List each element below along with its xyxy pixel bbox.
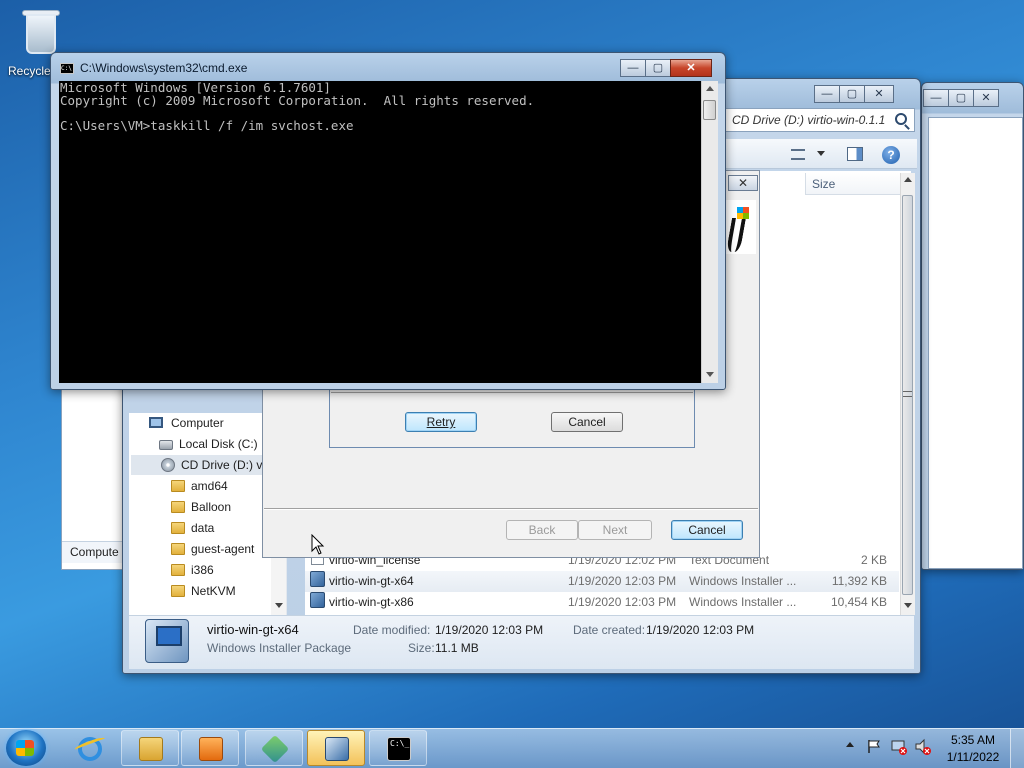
folder-icon xyxy=(171,564,185,576)
wizard-separator xyxy=(264,508,758,510)
minimize-button[interactable]: — xyxy=(814,85,840,103)
windows-logo-icon xyxy=(16,740,34,756)
close-button[interactable]: ✕ xyxy=(973,89,999,107)
help-icon[interactable]: ? xyxy=(882,146,900,164)
installer-package-icon xyxy=(310,571,325,587)
error-dialog[interactable] xyxy=(329,390,695,448)
hard-disk-icon xyxy=(159,440,173,450)
details-created-value: 1/19/2020 12:03 PM xyxy=(646,623,755,637)
scrollbar-thumb[interactable] xyxy=(703,100,716,120)
action-center-flag-icon[interactable] xyxy=(866,738,882,754)
details-size-label: Size: xyxy=(408,641,435,655)
scroll-up-arrow[interactable] xyxy=(904,177,912,182)
console-scrollbar[interactable] xyxy=(701,81,718,383)
taskbar-installer[interactable] xyxy=(245,730,303,766)
dialog-separator xyxy=(331,392,693,393)
wizard-cancel-button[interactable]: Cancel xyxy=(671,520,743,540)
window-title: C:\Windows\system32\cmd.exe xyxy=(80,61,248,75)
table-row[interactable]: virtio-win-gt-x64 1/19/2020 12:03 PM Win… xyxy=(305,571,899,592)
command-prompt-icon: C:\_ xyxy=(387,737,411,761)
folder-icon xyxy=(171,585,185,597)
details-created-label: Date created: xyxy=(573,623,646,637)
status-bar-left: Compute xyxy=(62,541,130,563)
taskbar-cmd[interactable]: C:\_ xyxy=(369,730,427,766)
show-hidden-icons-arrow[interactable] xyxy=(846,742,854,747)
cd-drive-icon xyxy=(161,458,175,472)
installer-package-icon xyxy=(145,619,189,663)
command-prompt-icon: C:\ xyxy=(60,63,74,74)
installer-package-icon xyxy=(310,592,325,608)
maximize-button[interactable]: ▢ xyxy=(948,89,974,107)
table-row[interactable]: virtio-win-gt-x86 1/19/2020 12:03 PM Win… xyxy=(305,592,899,613)
explorer-back-content xyxy=(928,117,1023,569)
scroll-down-arrow[interactable] xyxy=(904,603,912,608)
maximize-button[interactable]: ▢ xyxy=(839,85,865,103)
clock-time[interactable]: 5:35 AM xyxy=(940,733,1006,747)
retry-button[interactable]: Retry xyxy=(405,412,477,432)
console-line: Copyright (c) 2009 Microsoft Corporation… xyxy=(60,92,535,108)
console-line: C:\Users\VM>taskkill /f /im svchost.exe xyxy=(60,117,354,133)
taskbar-msi-installer[interactable] xyxy=(307,730,365,766)
dialog-cancel-button[interactable]: Cancel xyxy=(551,412,623,432)
media-player-icon xyxy=(199,737,223,761)
next-button[interactable]: Next xyxy=(578,520,652,540)
network-icon[interactable] xyxy=(890,738,908,756)
details-file-name: virtio-win-gt-x64 xyxy=(207,622,299,637)
scroll-down-arrow[interactable] xyxy=(275,603,283,608)
wizard-close-button[interactable]: ✕ xyxy=(728,175,758,191)
chevron-down-icon[interactable] xyxy=(817,151,825,156)
clock-date[interactable]: 1/11/2022 xyxy=(940,750,1006,764)
windows-logo-icon xyxy=(737,207,749,219)
console-output[interactable]: Microsoft Windows [Version 6.1.7601] Copy… xyxy=(59,81,701,383)
details-modified-label: Date modified: xyxy=(353,623,431,637)
volume-muted-icon[interactable] xyxy=(914,738,932,756)
explorer-window-back[interactable]: — ▢ ✕ xyxy=(921,82,1024,570)
minimize-button[interactable]: — xyxy=(923,89,949,107)
taskbar-ie[interactable] xyxy=(70,731,110,765)
folder-icon xyxy=(171,543,185,555)
folder-icon xyxy=(171,501,185,513)
folder-icon xyxy=(139,737,163,761)
column-header-size[interactable]: Size xyxy=(805,173,900,195)
installer-icon xyxy=(260,734,290,764)
search-icon[interactable] xyxy=(895,113,907,125)
show-desktop-button[interactable] xyxy=(1010,729,1024,768)
close-button[interactable]: ✕ xyxy=(670,59,712,77)
scroll-up-arrow[interactable] xyxy=(706,86,714,91)
folder-icon xyxy=(171,522,185,534)
back-button[interactable]: Back xyxy=(506,520,578,540)
close-button[interactable]: ✕ xyxy=(864,85,894,103)
details-size-value: 11.1 MB xyxy=(435,641,479,655)
scroll-down-arrow[interactable] xyxy=(706,372,714,377)
details-modified-value: 1/19/2020 12:03 PM xyxy=(435,623,544,637)
installer-package-icon xyxy=(325,737,349,761)
computer-icon xyxy=(149,417,163,428)
taskbar-media-player[interactable] xyxy=(181,730,239,766)
minimize-button[interactable]: — xyxy=(620,59,646,77)
nav-cd-drive[interactable]: CD Drive (D:) vi xyxy=(131,455,265,475)
address-bar[interactable]: CD Drive (D:) virtio-win-0.1.1 xyxy=(725,108,915,132)
scrollbar-grip xyxy=(903,391,912,397)
maximize-button[interactable]: ▢ xyxy=(645,59,671,77)
taskbar-explorer[interactable] xyxy=(121,730,179,766)
preview-pane-icon[interactable] xyxy=(847,147,863,161)
folder-icon xyxy=(171,480,185,492)
details-file-type: Windows Installer Package xyxy=(207,641,352,655)
mouse-cursor-icon xyxy=(311,534,325,555)
change-view-icon[interactable] xyxy=(791,149,805,160)
recycle-bin-label: Recycle xyxy=(8,64,51,78)
